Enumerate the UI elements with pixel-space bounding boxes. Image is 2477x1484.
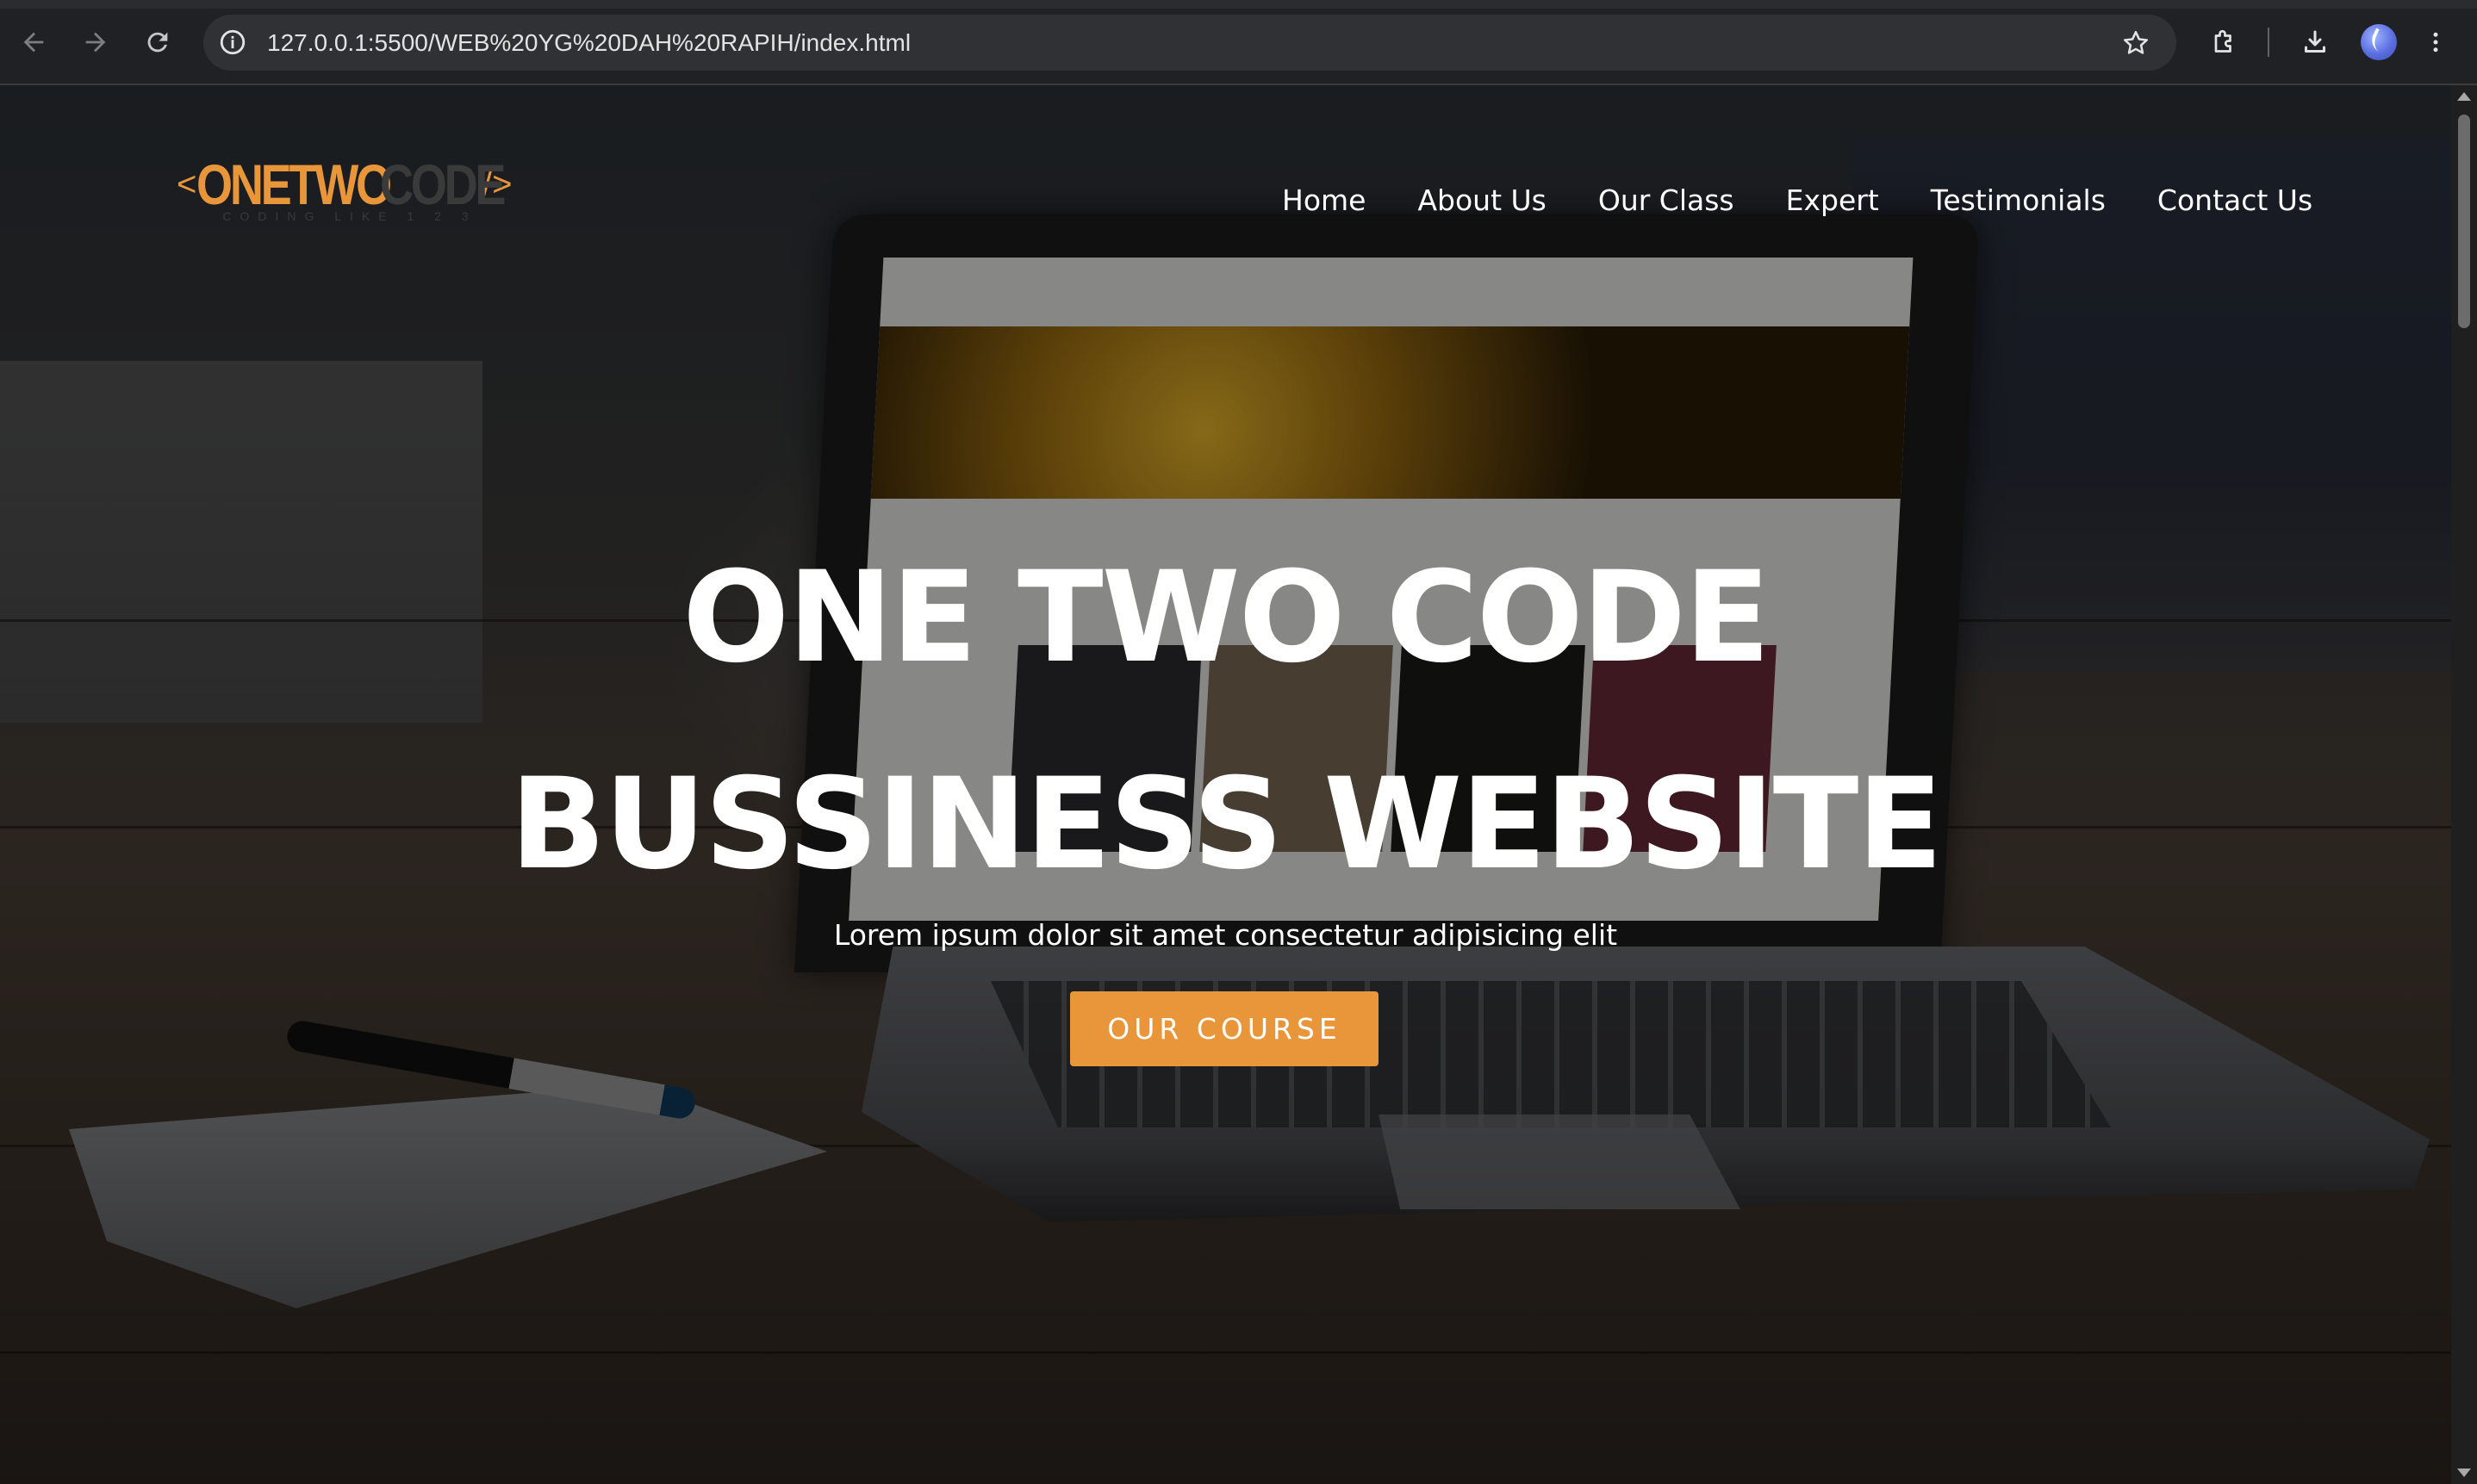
avatar[interactable] bbox=[2361, 24, 2397, 60]
logo-word-onetwo: ONETWO bbox=[196, 152, 392, 216]
nav-link-expert[interactable]: Expert bbox=[1786, 182, 1879, 220]
nav-link-testimonials[interactable]: Testimonials bbox=[1931, 182, 2106, 220]
arrow-left-icon bbox=[23, 32, 44, 53]
our-course-button[interactable]: OUR COURSE bbox=[1070, 991, 1379, 1066]
reload-button[interactable] bbox=[138, 22, 177, 62]
download-icon bbox=[2305, 30, 2325, 53]
scroll-up-arrow-icon[interactable] bbox=[2457, 92, 2471, 101]
nav-link-contact-us[interactable]: Contact Us bbox=[2157, 182, 2312, 220]
page-scrollbar[interactable] bbox=[2451, 85, 2477, 1484]
scrollbar-thumb[interactable] bbox=[2458, 115, 2470, 328]
scroll-down-arrow-icon[interactable] bbox=[2457, 1468, 2471, 1477]
puzzle-icon bbox=[2214, 29, 2231, 53]
nav-link-home[interactable]: Home bbox=[1282, 182, 1366, 220]
site-logo[interactable]: < ONETWO CODE CODING LIKE 1 2 3 /> bbox=[177, 154, 513, 232]
arrow-right-icon bbox=[85, 32, 106, 53]
toolbar-divider bbox=[2268, 28, 2269, 57]
hero-subtitle: Lorem ipsum dolor sit amet consectetur a… bbox=[833, 918, 1618, 952]
hero-section: < ONETWO CODE CODING LIKE 1 2 3 /> Home … bbox=[0, 85, 2451, 1484]
nav-link-our-class[interactable]: Our Class bbox=[1598, 182, 1734, 220]
hero-title-line-1: ONE TWO CODE bbox=[682, 544, 1771, 691]
logo-word-code: CODE bbox=[380, 152, 507, 216]
hero-title-line-2: BUSSINESS WEBSITE bbox=[509, 751, 1943, 897]
browser-toolbar: 127.0.0.1:5500/WEB%20YG%20DAH%20RAPIH/in… bbox=[0, 0, 2477, 85]
browser-menu-button[interactable] bbox=[2423, 24, 2449, 60]
main-nav: Home About Us Our Class Expert Testimoni… bbox=[1282, 182, 2312, 220]
url-text[interactable]: 127.0.0.1:5500/WEB%20YG%20DAH%20RAPIH/in… bbox=[267, 15, 911, 71]
back-button[interactable] bbox=[14, 22, 53, 62]
nav-link-about-us[interactable]: About Us bbox=[1417, 182, 1546, 220]
kebab-menu-icon bbox=[2433, 32, 2438, 53]
reload-icon bbox=[147, 32, 168, 53]
star-icon[interactable] bbox=[2119, 27, 2152, 59]
extensions-button[interactable] bbox=[2206, 24, 2242, 60]
logo-wordmark: ONETWO CODE CODING LIKE 1 2 3 bbox=[196, 154, 531, 223]
tab-strip-edge bbox=[0, 0, 2477, 9]
logo-bracket-left: < bbox=[177, 165, 197, 203]
downloads-button[interactable] bbox=[2297, 24, 2333, 60]
forward-button[interactable] bbox=[76, 22, 115, 62]
address-bar[interactable]: 127.0.0.1:5500/WEB%20YG%20DAH%20RAPIH/in… bbox=[203, 15, 2176, 71]
info-icon[interactable] bbox=[215, 25, 250, 59]
